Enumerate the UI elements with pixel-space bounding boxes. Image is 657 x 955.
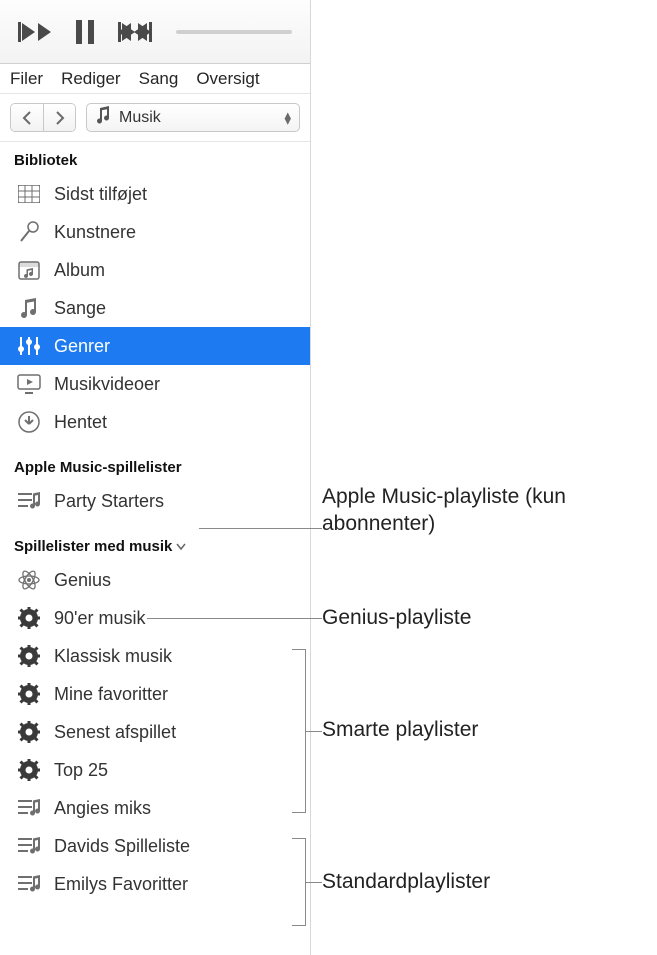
music-playlist-item-davids-spilleliste[interactable]: Davids Spilleliste <box>0 827 310 865</box>
tuning-icon <box>16 335 42 357</box>
item-label: Album <box>54 260 105 281</box>
itunes-sidebar: Filer Rediger Sang Oversigt Musik ▴▾ Bib… <box>0 0 311 955</box>
callout-layer: Apple Music-playliste (kun abonnenter) G… <box>322 0 652 955</box>
item-label: Davids Spilleliste <box>54 836 190 857</box>
music-playlist-item-emilys-favoritter[interactable]: Emilys Favoritter <box>0 865 310 903</box>
gear-icon <box>16 683 42 705</box>
library-item-musikvideoer[interactable]: Musikvideoer <box>0 365 310 403</box>
menu-song[interactable]: Sang <box>139 69 179 89</box>
menu-edit[interactable]: Rediger <box>61 69 121 89</box>
music-playlists-header[interactable]: Spillelister med musik <box>0 520 310 561</box>
menu-file[interactable]: Filer <box>10 69 43 89</box>
screen-icon <box>16 374 42 394</box>
callout-standard: Standardplaylister <box>322 868 490 895</box>
music-note-icon <box>95 106 111 129</box>
library-item-kunstnere[interactable]: Kunstnere <box>0 213 310 251</box>
nav-forward-button[interactable] <box>43 104 75 131</box>
nav-back-forward <box>10 103 76 132</box>
menu-bar: Filer Rediger Sang Oversigt <box>0 64 310 94</box>
source-label: Musik <box>119 109 161 127</box>
library-item-sidst-tilf-jet[interactable]: Sidst tilføjet <box>0 175 310 213</box>
nav-back-button[interactable] <box>11 104 43 131</box>
music-playlist-item-angies-miks[interactable]: Angies miks <box>0 789 310 827</box>
playlist-icon <box>16 836 42 856</box>
item-label: Party Starters <box>54 491 164 512</box>
gear-icon <box>16 645 42 667</box>
genius-icon <box>16 569 42 591</box>
item-label: Hentet <box>54 412 107 433</box>
download-icon <box>16 411 42 433</box>
next-track-button[interactable] <box>118 22 152 42</box>
music-playlist-item-mine-favoritter[interactable]: Mine favoritter <box>0 675 310 713</box>
item-label: Musikvideoer <box>54 374 160 395</box>
item-label: Emilys Favoritter <box>54 874 188 895</box>
apple-music-playlist-item-party-starters[interactable]: Party Starters <box>0 482 310 520</box>
item-label: Angies miks <box>54 798 151 819</box>
note-icon <box>16 297 42 319</box>
music-playlists-list: Genius 90'er musik Klassisk musik Mine favo… <box>0 561 310 903</box>
playback-bar <box>0 0 310 64</box>
library-header: Bibliotek <box>0 142 310 175</box>
library-item-genrer[interactable]: Genrer <box>0 327 310 365</box>
callout-genius: Genius-playliste <box>322 604 471 631</box>
album-icon <box>16 260 42 280</box>
nav-row: Musik ▴▾ <box>0 94 310 142</box>
item-label: Genrer <box>54 336 110 357</box>
item-label: Senest afspillet <box>54 722 176 743</box>
music-playlists-label: Spillelister med musik <box>14 538 172 555</box>
library-item-hentet[interactable]: Hentet <box>0 403 310 441</box>
playlist-icon <box>16 874 42 894</box>
library-item-album[interactable]: Album <box>0 251 310 289</box>
callout-apple-music: Apple Music-playliste (kun abonnenter) <box>322 483 652 538</box>
source-dropdown[interactable]: Musik ▴▾ <box>86 103 300 132</box>
menu-view[interactable]: Oversigt <box>196 69 259 89</box>
apple-music-playlists-label: Apple Music-spillelister <box>14 459 182 476</box>
apple-music-playlists-header: Apple Music-spillelister <box>0 441 310 482</box>
library-item-sange[interactable]: Sange <box>0 289 310 327</box>
item-label: 90'er musik <box>54 608 145 629</box>
grid-icon <box>16 185 42 203</box>
gear-icon <box>16 607 42 629</box>
apple-music-playlists-list: Party Starters <box>0 482 310 520</box>
item-label: Genius <box>54 570 111 591</box>
play-pause-button[interactable] <box>76 20 94 44</box>
playlist-icon <box>16 798 42 818</box>
prev-track-button[interactable] <box>18 22 52 42</box>
item-label: Sidst tilføjet <box>54 184 147 205</box>
item-label: Sange <box>54 298 106 319</box>
music-playlist-item-genius[interactable]: Genius <box>0 561 310 599</box>
dropdown-chevron-icon: ▴▾ <box>284 112 291 124</box>
music-playlist-item-senest-afspillet[interactable]: Senest afspillet <box>0 713 310 751</box>
item-label: Klassisk musik <box>54 646 172 667</box>
playlist-icon <box>16 491 42 511</box>
chevron-down-icon <box>176 540 186 554</box>
library-header-label: Bibliotek <box>14 152 77 169</box>
item-label: Top 25 <box>54 760 108 781</box>
library-list: Sidst tilføjet Kunstnere Album Sange Genrer M… <box>0 175 310 441</box>
gear-icon <box>16 721 42 743</box>
music-playlist-item-klassisk-musik[interactable]: Klassisk musik <box>0 637 310 675</box>
mic-icon <box>16 221 42 243</box>
item-label: Mine favoritter <box>54 684 168 705</box>
gear-icon <box>16 759 42 781</box>
callout-smart: Smarte playlister <box>322 716 478 743</box>
volume-slider[interactable] <box>176 30 292 34</box>
item-label: Kunstnere <box>54 222 136 243</box>
music-playlist-item-top-25[interactable]: Top 25 <box>0 751 310 789</box>
